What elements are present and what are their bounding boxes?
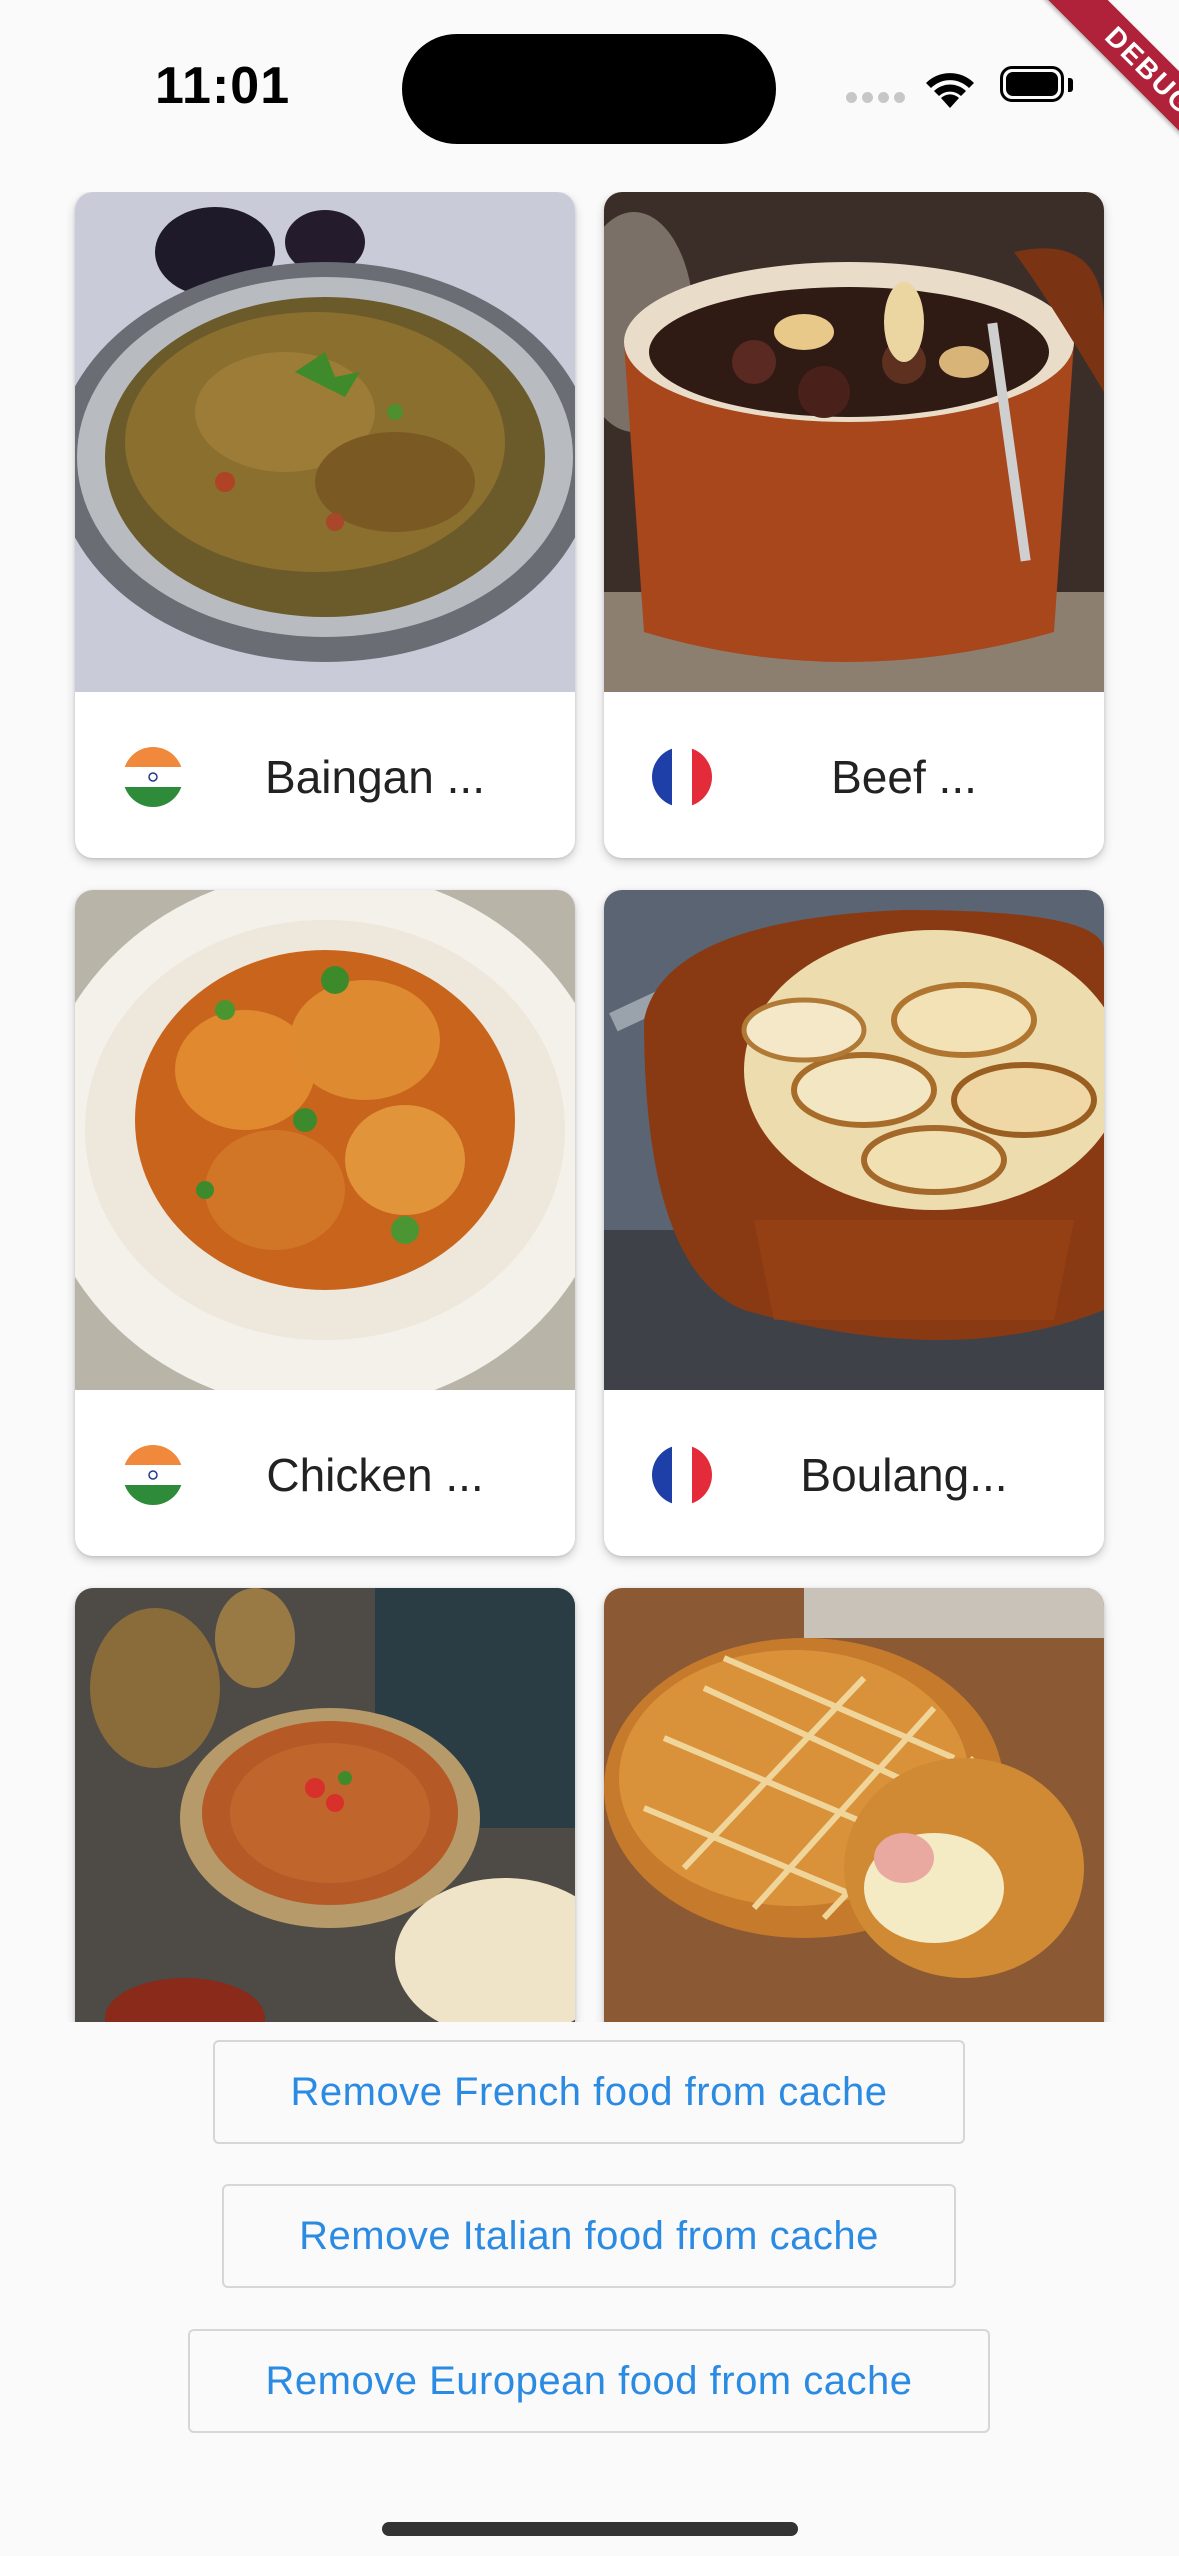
remove-french-cache-button[interactable]: Remove French food from cache [213, 2040, 965, 2144]
france-flag-icon [652, 1445, 712, 1505]
recipe-card-pastry[interactable] [604, 1588, 1104, 2022]
recipe-card-baingan[interactable]: Baingan ... [75, 192, 575, 858]
remove-italian-cache-button[interactable]: Remove Italian food from cache [222, 2184, 956, 2288]
india-flag-icon [123, 1445, 183, 1505]
recipe-title: Chicken ... [266, 1449, 484, 1501]
beef-photo [604, 192, 1104, 692]
recipe-title: Boulang... [800, 1449, 1008, 1501]
recipe-card-footer: Chicken ... [75, 1390, 575, 1556]
remove-european-cache-button[interactable]: Remove European food from cache [188, 2329, 990, 2433]
recipe-card-footer: Boulang... [604, 1390, 1104, 1556]
recipe-card-dal[interactable] [75, 1588, 575, 2022]
status-time: 11:01 [155, 57, 291, 115]
dal-soup-photo [75, 1588, 575, 2022]
recipe-card-beef[interactable]: Beef ... [604, 192, 1104, 858]
recipe-grid[interactable]: Baingan ... Beef ... Chicken ... Boulang… [0, 192, 1179, 2022]
recipe-card-boulangere[interactable]: Boulang... [604, 890, 1104, 1556]
signal-icon [846, 92, 906, 106]
boulangere-potatoes-photo [604, 890, 1104, 1390]
baingan-photo [75, 192, 575, 692]
india-flag-icon [123, 747, 183, 807]
wifi-icon [920, 62, 980, 110]
dynamic-island [402, 34, 776, 144]
debug-label: DEBUG [1042, 0, 1179, 178]
recipe-card-chicken[interactable]: Chicken ... [75, 890, 575, 1556]
pastry-pie-photo [604, 1588, 1104, 2022]
debug-banner: DEBUG [989, 0, 1179, 190]
recipe-card-footer: Beef ... [604, 692, 1104, 858]
home-indicator[interactable] [382, 2522, 798, 2536]
recipe-title: Beef ... [831, 751, 977, 803]
recipe-title: Baingan ... [265, 751, 485, 803]
recipe-card-footer: Baingan ... [75, 692, 575, 858]
france-flag-icon [652, 747, 712, 807]
chicken-curry-photo [75, 890, 575, 1390]
